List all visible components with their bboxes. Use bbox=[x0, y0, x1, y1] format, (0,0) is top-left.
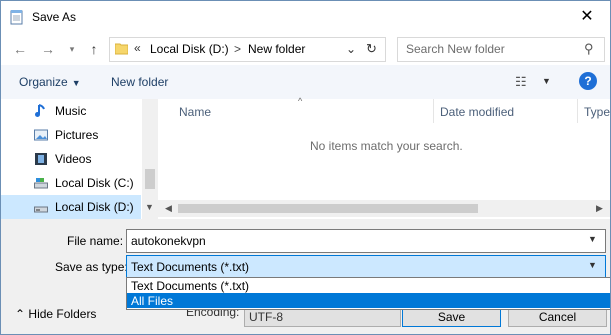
back-button[interactable]: ← bbox=[11, 40, 29, 58]
filename-label: File name: bbox=[67, 234, 124, 248]
search-icon: ⚲ bbox=[584, 41, 594, 56]
scroll-down-icon[interactable]: ▼ bbox=[145, 202, 154, 212]
save-as-type-dropdown-list: Text Documents (*.txt) All Files bbox=[126, 277, 610, 310]
encoding-select[interactable]: UTF-8 bbox=[244, 308, 401, 327]
organize-label: Organize bbox=[19, 75, 68, 89]
horizontal-scrollbar[interactable]: ◀ ▶ bbox=[158, 200, 610, 217]
drive-icon bbox=[34, 206, 48, 213]
save-button[interactable]: Save bbox=[402, 308, 501, 327]
hide-folders-label: Hide Folders bbox=[28, 307, 97, 321]
recent-locations-button[interactable]: ▾ bbox=[63, 40, 81, 58]
sidebar-item-local-disk-d[interactable]: Local Disk (D:) bbox=[1, 195, 141, 219]
breadcrumb-overflow[interactable]: « bbox=[134, 41, 141, 55]
column-divider[interactable] bbox=[433, 99, 434, 123]
sidebar-item-pictures[interactable]: Pictures bbox=[1, 123, 141, 147]
chevron-up-icon: ⌃ bbox=[15, 307, 26, 321]
option-label: All Files bbox=[131, 294, 174, 308]
column-divider[interactable] bbox=[577, 99, 578, 123]
folder-icon bbox=[115, 43, 128, 55]
forward-button[interactable]: → bbox=[39, 40, 57, 58]
up-button[interactable]: ↑ bbox=[85, 40, 103, 58]
save-as-type-label: Save as type: bbox=[55, 260, 128, 274]
save-as-type-value[interactable]: Text Documents (*.txt) bbox=[131, 260, 249, 274]
help-icon[interactable]: ? bbox=[579, 72, 597, 90]
sidebar-scrollbar[interactable]: ▼ bbox=[142, 99, 158, 219]
sidebar-item-label: Music bbox=[55, 104, 87, 118]
back-arrow-icon: ← bbox=[13, 41, 27, 57]
title-bar: Save As ✕ bbox=[1, 1, 610, 33]
breadcrumb-new-folder[interactable]: New folder bbox=[248, 42, 305, 56]
sidebar-item-label: Local Disk (C:) bbox=[55, 176, 134, 190]
dropdown-option-text-documents[interactable]: Text Documents (*.txt) bbox=[127, 278, 610, 293]
up-arrow-icon: ↑ bbox=[90, 41, 98, 57]
navigation-pane: Music Pictures Videos Local Disk (C:) Lo… bbox=[1, 99, 158, 219]
forward-arrow-icon: → bbox=[41, 41, 55, 57]
sidebar-item-label: Local Disk (D:) bbox=[55, 200, 134, 214]
chevron-down-icon: ▼ bbox=[71, 78, 81, 88]
pictures-icon bbox=[34, 129, 48, 141]
close-icon: ✕ bbox=[580, 8, 594, 25]
save-as-type-select[interactable]: Text Documents (*.txt) ▼ bbox=[126, 255, 606, 279]
filename-field[interactable]: autokonekvpn ▼ bbox=[126, 229, 606, 253]
filename-value[interactable]: autokonekvpn bbox=[131, 234, 206, 248]
hide-folders-button[interactable]: ⌃ Hide Folders bbox=[15, 307, 96, 321]
scrollbar-thumb[interactable] bbox=[145, 169, 155, 189]
scroll-right-icon[interactable]: ▶ bbox=[596, 203, 603, 214]
view-dropdown-icon[interactable]: ▼ bbox=[542, 76, 551, 86]
new-folder-button[interactable]: New folder bbox=[111, 75, 168, 89]
sidebar-item-label: Videos bbox=[55, 152, 92, 166]
notepad-icon bbox=[10, 10, 23, 25]
search-input[interactable]: Search New folder bbox=[406, 42, 505, 56]
column-header-date-modified[interactable]: Date modified bbox=[440, 105, 514, 119]
breadcrumb-separator[interactable]: > bbox=[234, 42, 241, 56]
close-button[interactable]: ✕ bbox=[564, 1, 610, 33]
music-icon bbox=[35, 104, 45, 117]
option-label: Text Documents (*.txt) bbox=[131, 279, 250, 293]
cancel-button[interactable]: Cancel bbox=[508, 308, 607, 327]
drive-icon bbox=[34, 178, 48, 189]
save-as-dialog: Save As ✕ ← → ▾ ↑ « Local Disk (D:) > Ne… bbox=[0, 0, 611, 335]
breadcrumb-local-disk-d[interactable]: Local Disk (D:) bbox=[150, 42, 229, 56]
videos-icon bbox=[35, 153, 47, 165]
sidebar-item-music[interactable]: Music bbox=[1, 99, 141, 123]
search-box[interactable]: Search New folder ⚲ bbox=[397, 37, 605, 62]
address-bar[interactable]: « Local Disk (D:) > New folder ⌄ ↻ bbox=[109, 37, 386, 62]
sidebar-item-label: Pictures bbox=[55, 128, 99, 142]
dropdown-option-all-files[interactable]: All Files bbox=[127, 293, 610, 308]
sidebar-item-videos[interactable]: Videos bbox=[1, 147, 141, 171]
window-title: Save As bbox=[32, 10, 77, 24]
encoding-value[interactable]: UTF-8 bbox=[249, 310, 283, 324]
sidebar-item-local-disk-c[interactable]: Local Disk (C:) bbox=[1, 171, 141, 195]
scrollbar-thumb[interactable] bbox=[178, 204, 478, 213]
command-bar: Organize ▼ New folder ☷ ▼ ? bbox=[1, 65, 610, 100]
chevron-down-icon[interactable]: ▼ bbox=[588, 260, 597, 270]
chevron-down-icon: ▾ bbox=[69, 44, 75, 54]
address-dropdown-icon[interactable]: ⌄ bbox=[346, 42, 356, 56]
scroll-left-icon[interactable]: ◀ bbox=[165, 203, 172, 214]
empty-message: No items match your search. bbox=[310, 139, 463, 153]
column-header-type[interactable]: Type bbox=[584, 105, 610, 119]
organize-button[interactable]: Organize ▼ bbox=[19, 75, 81, 89]
chevron-down-icon[interactable]: ▼ bbox=[588, 234, 597, 244]
sort-indicator-icon: ^ bbox=[298, 96, 303, 106]
file-list: ^ Name Date modified Type No items match… bbox=[158, 96, 610, 219]
column-header-name[interactable]: Name bbox=[179, 105, 211, 119]
refresh-icon[interactable]: ↻ bbox=[366, 41, 377, 57]
view-options-icon[interactable]: ☷ bbox=[515, 74, 527, 90]
